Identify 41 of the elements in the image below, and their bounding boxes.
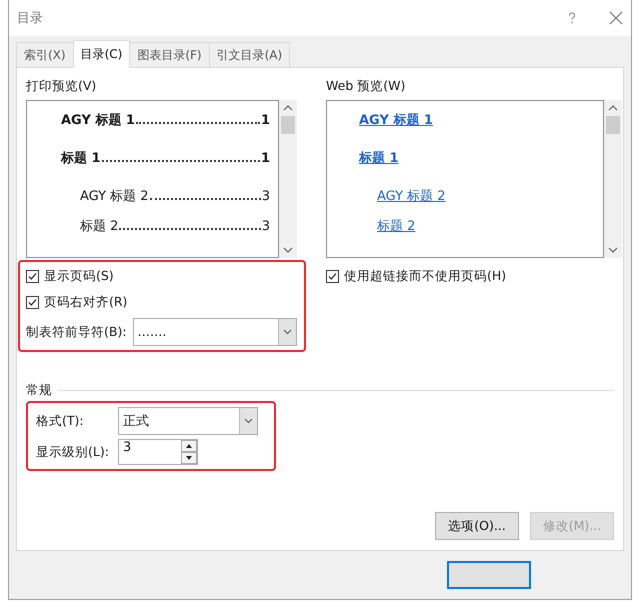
- window-title: 目录: [17, 10, 44, 27]
- default-button[interactable]: [447, 561, 531, 589]
- chevron-down-icon: [239, 408, 257, 434]
- toc-link[interactable]: AGY 标题 2: [377, 187, 446, 205]
- tab[interactable]: 目录(C): [72, 40, 130, 68]
- format-dropdown[interactable]: 正式: [118, 407, 258, 435]
- section-label: Web 预览(W): [326, 78, 406, 95]
- section-label: 打印预览(V): [26, 78, 98, 95]
- section-title: 常规: [26, 382, 52, 399]
- field-label: 显示级别(L):: [36, 444, 110, 460]
- level-spinner[interactable]: 3: [118, 439, 198, 465]
- scrollbar[interactable]: [279, 100, 297, 258]
- toc-entry-text: 标题 2: [80, 218, 118, 235]
- toc-entry-text: AGY 标题 2: [80, 188, 149, 205]
- checkbox[interactable]: [326, 270, 339, 282]
- checkbox-label: 页码右对齐(R): [44, 294, 128, 310]
- tab-leader-dropdown[interactable]: .......: [132, 318, 297, 346]
- scrollbar-thumb[interactable]: [606, 116, 620, 134]
- checkbox-label: 显示页码(S): [44, 268, 114, 284]
- toc-entry-text: 标题 1: [61, 150, 101, 167]
- spin-arrows-icon[interactable]: [181, 440, 197, 464]
- toc-link[interactable]: AGY 标题 1: [359, 111, 433, 129]
- checkbox[interactable]: [26, 270, 39, 282]
- scrollbar[interactable]: [604, 100, 622, 258]
- checkbox[interactable]: [26, 296, 39, 308]
- tab[interactable]: 索引(X): [16, 42, 74, 68]
- field-label: 格式(T):: [36, 412, 85, 430]
- scrollbar-thumb[interactable]: [281, 116, 295, 134]
- page-number: 3: [262, 189, 270, 204]
- toc-entry-text: AGY 标题 1: [61, 112, 135, 129]
- checkbox-label: 使用超链接而不使用页码(H): [344, 268, 506, 284]
- page-number: 1: [260, 151, 270, 166]
- page-number: 3: [262, 219, 270, 234]
- toc-link[interactable]: 标题 2: [377, 217, 416, 235]
- dialog-button[interactable]: 选项(O)...: [435, 512, 519, 540]
- page-number: 1: [260, 113, 270, 128]
- close-icon[interactable]: [609, 11, 623, 25]
- tab[interactable]: 引文目录(A): [208, 42, 290, 68]
- field-label: 制表符前导符(B):: [26, 324, 127, 340]
- chevron-down-icon: [278, 319, 296, 345]
- toc-link[interactable]: 标题 1: [359, 149, 399, 167]
